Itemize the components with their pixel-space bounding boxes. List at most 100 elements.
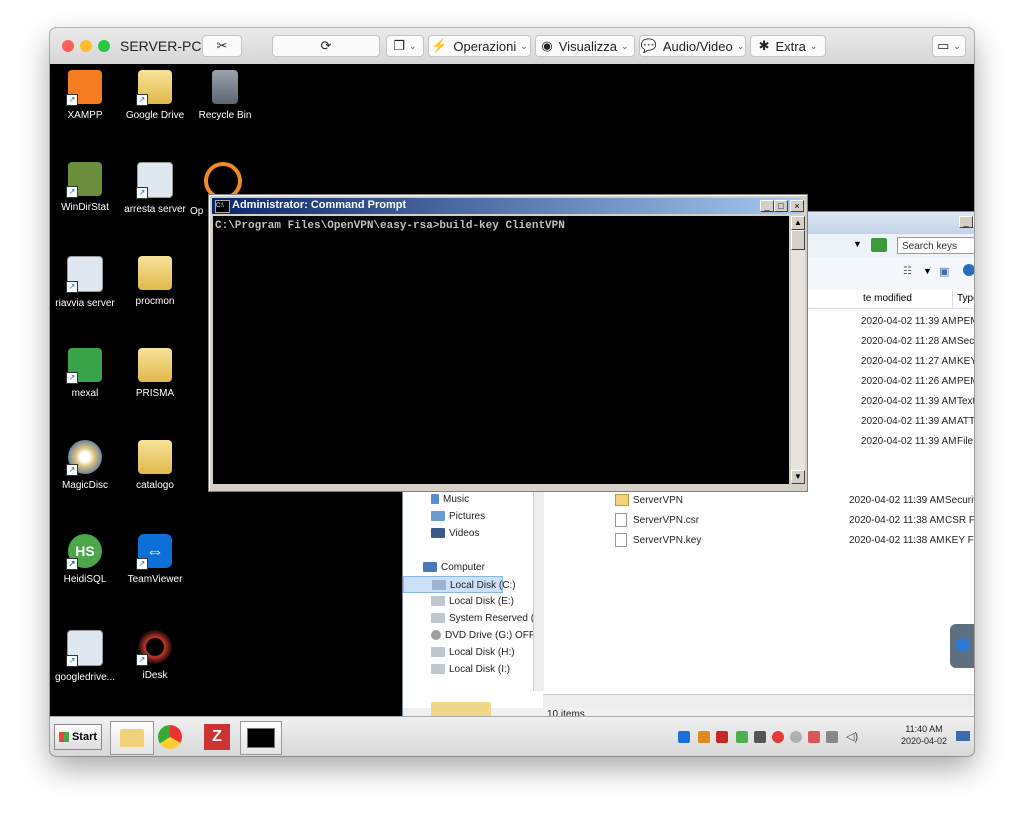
nav-scrollbar[interactable] [533,491,544,691]
nav-item-dvd-drive[interactable]: DVD Drive (G:) OFF [403,627,543,644]
cmd-titlebar[interactable]: C:\ Administrator: Command Prompt _ □ × [212,198,804,214]
nav-item-pictures[interactable]: Pictures [403,508,543,525]
desktop-icon-googledrive-sync[interactable]: ↗ googledrive... [50,630,120,683]
table-row[interactable]: 2020-04-02 11:28 AMSecurity Certific [861,332,974,352]
alert-tray-icon[interactable] [716,731,728,743]
desktop-icon-prisma[interactable]: PRISMA [120,348,190,399]
drive-icon [431,613,445,624]
show-desktop-button[interactable] [956,731,970,741]
scroll-up-icon[interactable]: ▲ [791,216,805,230]
nav-item-local-disk-h[interactable]: Local Disk (H:) [403,644,543,661]
desktop-icon-catalogo[interactable]: catalogo [120,440,190,491]
desktop-icon-teamviewer[interactable]: ⇔ ↗ TeamViewer [120,534,190,585]
table-row[interactable]: 2020-04-02 11:27 AMKEY File [861,352,974,372]
table-row[interactable]: ServerVPN.key 2020-04-02 11:38 AMKEY File [615,531,974,551]
refresh-icon[interactable] [871,238,887,252]
view-icon[interactable]: ☷ [903,266,912,277]
nav-item-local-disk-c[interactable]: Local Disk (C:) [403,576,516,593]
cmd-scrollbar[interactable]: ▲ ▼ [791,216,805,484]
heidisql-icon: HS ↗ [66,534,102,570]
nav-item-music[interactable]: Music [403,491,543,508]
clock-time: 11:40 AM [905,724,943,734]
table-row[interactable]: 2020-04-02 11:26 AMPEM File [861,372,974,392]
nav-item-system-reserved[interactable]: System Reserved ( [403,610,543,627]
file-type: KEY File [957,356,974,367]
start-button[interactable]: Start [54,724,102,750]
chevron-down-icon[interactable]: ▼ [853,239,862,249]
zoom-window-button[interactable] [98,40,110,52]
cmd-maximize-button[interactable]: □ [774,200,788,212]
teamviewer-tray-icon[interactable] [678,731,690,743]
desktop-icon-riavvia-server[interactable]: ↗ riavvia server [50,256,120,309]
screens-button[interactable]: ❐ ⌄ [386,35,424,57]
taskbar-cmd[interactable] [240,721,282,755]
column-date-modified[interactable]: te modified [859,290,953,308]
teamviewer-side-tab[interactable] [950,624,974,668]
cmd-minimize-button[interactable]: _ [760,200,774,212]
music-icon [431,494,439,505]
extra-menu[interactable]: ✱ Extra ⌄ [750,35,826,57]
desktop-icon-openvpn[interactable]: Op [190,162,242,217]
desktop-icon-windirstat[interactable]: ↗ WinDirStat [50,162,120,213]
desktop-icon-arresta-server[interactable]: ↗ arresta server [120,162,190,215]
refresh-button[interactable]: ⟳ [272,35,380,57]
chevron-down-icon: ⌄ [621,40,629,51]
action-center-icon[interactable] [808,731,820,743]
clock[interactable]: 11:40 AM 2020-04-02 [896,723,952,747]
table-row[interactable]: 2020-04-02 11:39 AMText Document [861,392,974,412]
preview-pane-icon[interactable]: ▣ [939,265,949,278]
explorer-minimize-button[interactable]: _ [959,216,973,228]
table-row[interactable]: 2020-04-02 11:39 AMATTR File [861,412,974,432]
table-row[interactable]: 2020-04-02 11:39 AMFile [861,432,974,452]
folder-icon [138,348,172,382]
minimize-window-button[interactable] [80,40,92,52]
chrome-icon[interactable] [158,725,182,749]
table-row[interactable]: ServerVPN 2020-04-02 11:39 AMSecurity Cer… [615,491,974,511]
sync-tray-icon[interactable] [754,731,766,743]
mexal-icon: ↗ [66,348,102,384]
fullscreen-button[interactable]: ▭ ⌄ [932,35,966,57]
audio-video-menu[interactable]: 💬 Audio/Video ⌄ [639,35,746,57]
nav-item-videos[interactable]: Videos [403,525,543,542]
desktop-icon-mexal[interactable]: ↗ mexal [50,348,120,399]
cmd-console[interactable]: C:\Program Files\OpenVPN\easy-rsa>build-… [213,216,789,484]
cmd-close-button[interactable]: × [790,200,804,212]
search-input[interactable]: Search keys [897,237,974,254]
monitor-tray-icon[interactable] [826,731,838,743]
folder-icon [138,256,172,290]
computer-icon [423,562,437,573]
table-row[interactable]: ServerVPN.csr 2020-04-02 11:38 AMCSR File [615,511,974,531]
nav-item-local-disk-e[interactable]: Local Disk (E:) [403,593,543,610]
table-row[interactable]: 2020-04-02 11:39 AMPEM File [861,312,974,332]
help-icon[interactable] [963,264,974,276]
operazioni-menu[interactable]: ⚡ Operazioni ⌄ [428,35,531,57]
close-window-button[interactable] [62,40,74,52]
taskbar-explorer[interactable] [110,721,154,755]
tools-button[interactable]: ✂ [202,35,242,57]
openvpn-tray-icon[interactable] [772,731,784,743]
filezilla-icon[interactable]: Z [204,724,230,750]
network-tray-icon[interactable] [736,731,748,743]
nav-item-local-disk-i[interactable]: Local Disk (I:) [403,661,543,678]
copy-icon: ❐ [393,38,406,53]
taskbar: Start Z ◁) 11:40 AM 2020-04-02 [50,716,974,756]
visualizza-menu[interactable]: ◉ Visualizza ⌄ [535,35,635,57]
xampp-tray-icon[interactable] [698,731,710,743]
chevron-down-icon[interactable]: ▼ [923,266,932,276]
desktop-icon-magicdisc[interactable]: ↗ MagicDisc [50,440,120,491]
scroll-down-icon[interactable]: ▼ [791,470,805,484]
nav-item-computer[interactable]: Computer [403,559,543,576]
desktop-icon-heidisql[interactable]: HS ↗ HeidiSQL [50,534,120,585]
settings-tray-icon[interactable] [790,731,802,743]
desktop-icon-procmon[interactable]: procmon [120,256,190,307]
explorer-maximize-button[interactable]: □ [973,216,974,228]
scroll-thumb[interactable] [791,230,805,250]
drive-icon [431,596,445,607]
desktop-icon-google-drive[interactable]: ↗ Google Drive [120,70,190,121]
volume-icon[interactable]: ◁) [846,731,858,743]
column-type[interactable]: Type [955,290,974,308]
desktop-icon-xampp[interactable]: ↗ XAMPP [50,70,120,121]
desktop-icon-idesk[interactable]: ↗ iDesk [120,630,190,681]
desktop-icon-recycle-bin[interactable]: Recycle Bin [190,70,260,121]
horizontal-scrollbar[interactable] [543,694,974,709]
